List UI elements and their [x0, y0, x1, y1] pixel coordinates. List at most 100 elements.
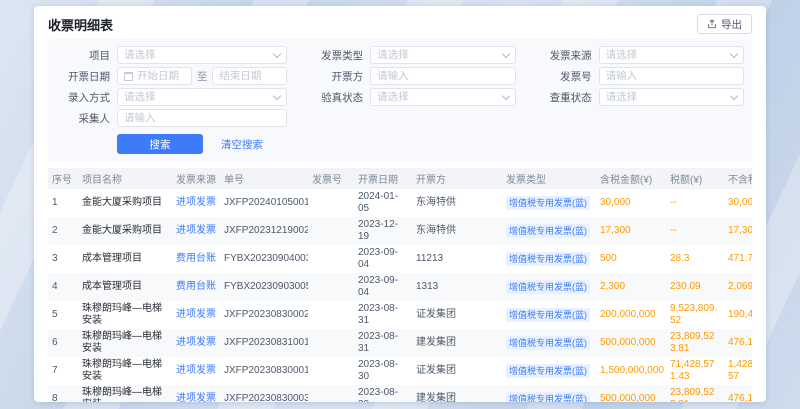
- cell-project: 珠穆朗玛峰—电梯安装: [78, 357, 172, 385]
- export-label: 导出: [721, 17, 742, 32]
- invoice-no-label: 发票号: [538, 69, 592, 84]
- cell-no: 7: [48, 357, 78, 385]
- export-button[interactable]: 导出: [697, 14, 752, 34]
- cell-invoice_no: [308, 189, 354, 217]
- cell-project: 金能大厦采购项目: [78, 189, 172, 217]
- project-select[interactable]: [117, 46, 287, 64]
- cell-project: 珠穆朗玛峰—电梯安装: [78, 301, 172, 329]
- column-header-untaxed: 不含税金额(¥): [724, 168, 752, 189]
- cell-issuer: 建发集团: [412, 385, 502, 402]
- cell-untaxed: 30,000: [724, 189, 752, 217]
- cell-type: 增值税专用发票(蓝): [502, 273, 596, 301]
- cell-untaxed: 2,069.91: [724, 273, 752, 301]
- cell-no: 2: [48, 217, 78, 245]
- export-icon: [707, 19, 717, 29]
- clear-search-button[interactable]: 清空搜索: [213, 134, 271, 154]
- cell-source: 费用台账: [172, 245, 220, 273]
- column-header-order_no: 单号: [220, 168, 308, 189]
- cell-no: 8: [48, 385, 78, 402]
- cell-tax: --: [666, 217, 724, 245]
- collector-input[interactable]: [117, 109, 287, 127]
- end-date-input[interactable]: [212, 67, 287, 85]
- filter-actions: 搜索 清空搜索: [56, 134, 744, 154]
- column-header-date: 开票日期: [354, 168, 412, 189]
- cell-amount: 500,000,000: [596, 329, 666, 357]
- invoice-no-input[interactable]: [599, 67, 744, 85]
- cell-untaxed: 476,190,476.19: [724, 385, 752, 402]
- cell-date: 2023-08-30: [354, 357, 412, 385]
- invoice-no-field[interactable]: [606, 70, 737, 82]
- table-row: 5珠穆朗玛峰—电梯安装进项发票JXFP202308300022023-08-31…: [48, 301, 752, 329]
- collector-field[interactable]: [124, 112, 280, 124]
- invoice-type-select[interactable]: [370, 46, 515, 64]
- table-row: 6珠穆朗玛峰—电梯安装进项发票JXFP20230831001 2023-08-31…: [48, 329, 752, 357]
- verify-status-label: 验真状态: [309, 90, 363, 105]
- issuer-field[interactable]: [377, 70, 508, 82]
- cell-issuer: 证发集团: [412, 357, 502, 385]
- issuer-input[interactable]: [370, 67, 515, 85]
- cell-date: 2023-09-04: [354, 245, 412, 273]
- filter-panel: 项目 发票类型 发票来源: [48, 39, 752, 162]
- chevron-down-icon: [501, 91, 509, 99]
- invoice-type-badge: 增值税专用发票(蓝): [506, 308, 590, 322]
- project-label: 项目: [56, 48, 110, 63]
- cell-date: 2023-08-31: [354, 329, 412, 357]
- search-button[interactable]: 搜索: [117, 134, 203, 154]
- column-header-source: 发票来源: [172, 168, 220, 189]
- invoice-type-select-input[interactable]: [377, 49, 498, 61]
- cell-no: 4: [48, 273, 78, 301]
- cell-issuer: 东海特供: [412, 217, 502, 245]
- filter-field-invoice-type: 发票类型: [309, 46, 515, 64]
- cell-source: 费用台账: [172, 273, 220, 301]
- invoice-source-select-input[interactable]: [606, 49, 727, 61]
- cell-project: 成本管理项目: [78, 273, 172, 301]
- invoice-table-wrap: 序号项目名称发票来源单号发票号开票日期开票方发票类型含税金额(¥)税额(¥)不含…: [48, 168, 752, 402]
- chevron-down-icon: [273, 49, 281, 57]
- invoice-date-label: 开票日期: [56, 69, 110, 84]
- cell-date: 2023-09-04: [354, 273, 412, 301]
- filter-field-dup-status: 查重状态: [538, 88, 744, 106]
- invoice-type-badge: 增值税专用发票(蓝): [506, 196, 590, 210]
- cell-order_no: FYBX20230904003: [220, 245, 308, 273]
- cell-date: 2023-08-31: [354, 301, 412, 329]
- start-date-field[interactable]: [137, 70, 185, 82]
- cell-type: 增值税专用发票(蓝): [502, 385, 596, 402]
- verify-status-select[interactable]: [370, 88, 515, 106]
- project-select-input[interactable]: [124, 49, 270, 61]
- invoice-type-badge: 增值税专用发票(蓝): [506, 280, 590, 294]
- cell-invoice_no: [308, 329, 354, 357]
- verify-status-select-input[interactable]: [377, 91, 498, 103]
- start-date-input[interactable]: [117, 67, 192, 85]
- cell-issuer: 1313: [412, 273, 502, 301]
- cell-project: 成本管理项目: [78, 245, 172, 273]
- invoice-detail-panel: 收票明细表 导出 项目 发票类型: [34, 6, 766, 402]
- cell-source: 进项发票: [172, 329, 220, 357]
- chevron-down-icon: [730, 49, 738, 57]
- cell-invoice_no: [308, 273, 354, 301]
- cell-source: 进项发票: [172, 217, 220, 245]
- page-header: 收票明细表 导出: [48, 14, 752, 34]
- invoice-source-select[interactable]: [599, 46, 744, 64]
- cell-issuer: 11213: [412, 245, 502, 273]
- cell-no: 1: [48, 189, 78, 217]
- cell-date: 2023-08-30: [354, 385, 412, 402]
- cell-tax: 23,809,523.81: [666, 385, 724, 402]
- entry-method-select-input[interactable]: [124, 91, 270, 103]
- dup-status-select[interactable]: [599, 88, 744, 106]
- filter-field-project: 项目: [56, 46, 287, 64]
- table-row: 4成本管理项目费用台账FYBX202309030052023-09-041313…: [48, 273, 752, 301]
- cell-tax: 28.3: [666, 245, 724, 273]
- end-date-field[interactable]: [219, 70, 280, 82]
- dup-status-label: 查重状态: [538, 90, 592, 105]
- cell-order_no: JXFP20230831001: [220, 329, 308, 357]
- entry-method-select[interactable]: [117, 88, 287, 106]
- cell-type: 增值税专用发票(蓝): [502, 329, 596, 357]
- dup-status-select-input[interactable]: [606, 91, 727, 103]
- cell-untaxed: 1,428,571,428.57: [724, 357, 752, 385]
- filter-field-verify-status: 验真状态: [309, 88, 515, 106]
- cell-no: 6: [48, 329, 78, 357]
- cell-amount: 1,500,000,000: [596, 357, 666, 385]
- table-row: 7珠穆朗玛峰—电梯安装进项发票JXFP202308300012023-08-30…: [48, 357, 752, 385]
- cell-project: 珠穆朗玛峰—电梯安装: [78, 329, 172, 357]
- collector-label: 采集人: [56, 111, 110, 126]
